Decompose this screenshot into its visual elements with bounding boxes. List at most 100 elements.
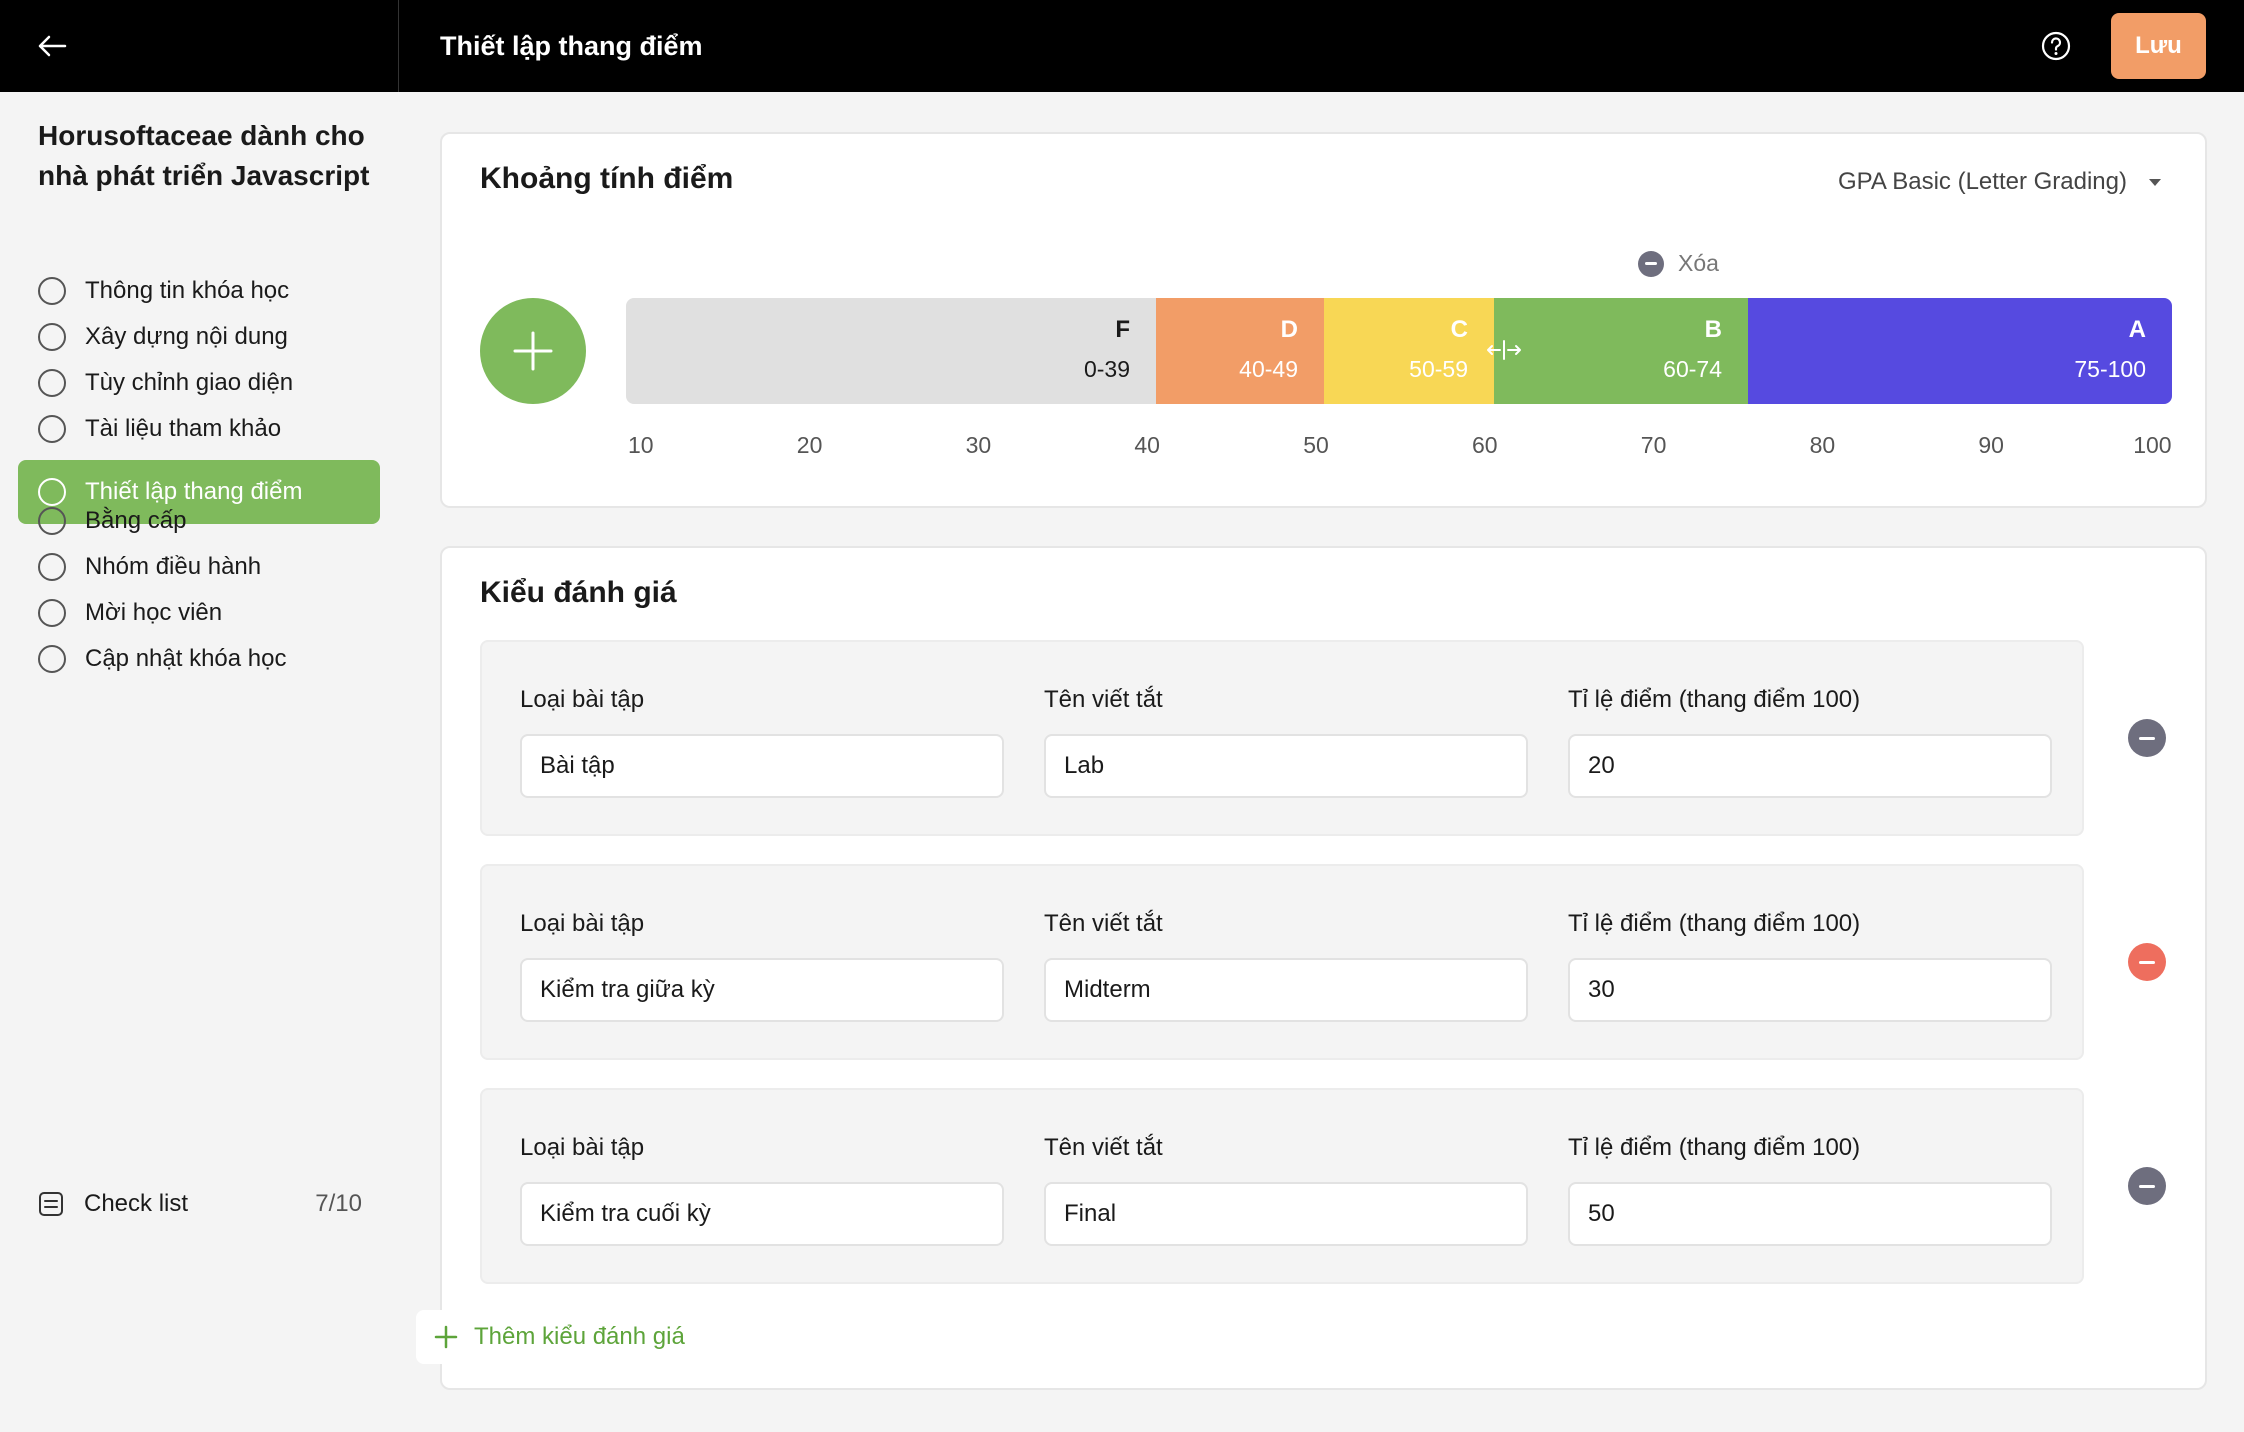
assessment-type-card: Kiểu đánh giá Loại bài tập Tên viết tắt … — [440, 546, 2207, 1390]
sidebar-item-invite-students[interactable]: Mời học viên — [18, 590, 380, 636]
scale-tick-label: 100 — [2133, 432, 2172, 458]
sidebar-item-label: Tùy chỉnh giao diện — [85, 369, 294, 396]
grading-preset-select[interactable]: GPA Basic (Letter Grading) — [1838, 168, 2161, 196]
type-input[interactable] — [520, 1182, 1004, 1246]
assessment-type-title: Kiểu đánh giá — [480, 576, 677, 609]
weight-input[interactable] — [1568, 1182, 2052, 1246]
remove-row-button[interactable] — [2128, 943, 2166, 981]
checklist-link[interactable]: Check list 7/10 — [38, 1184, 362, 1224]
sidebar-item-update-course[interactable]: Cập nhật khóa học — [18, 636, 380, 682]
sidebar-item-label: Thông tin khóa học — [85, 277, 290, 304]
add-segment-button[interactable] — [480, 298, 586, 404]
scale-tick-label: 60 — [1472, 432, 1498, 458]
abbr-input[interactable] — [1044, 958, 1528, 1022]
weight-label: Tỉ lệ điểm (thang điểm 100) — [1568, 686, 1861, 713]
sidebar-item-managers[interactable]: Nhóm điều hành — [18, 544, 380, 590]
back-zone — [0, 0, 399, 92]
scale-tick-label: 40 — [1134, 432, 1160, 458]
grading-preset-value: GPA Basic (Letter Grading) — [1837, 168, 2127, 195]
sidebar-item-references[interactable]: Tài liệu tham khảo — [18, 406, 380, 452]
radio-circle-icon — [38, 553, 66, 581]
minus-icon — [2139, 1184, 2155, 1188]
sidebar-item-build-content[interactable]: Xây dựng nội dung — [18, 314, 380, 360]
scale-tick-label: 50 — [1303, 432, 1329, 458]
scale-tick-label: 80 — [1809, 432, 1836, 458]
abbr-label: Tên viết tắt — [1044, 1134, 1163, 1161]
weight-input[interactable] — [1568, 734, 2052, 798]
type-label: Loại bài tập — [520, 910, 645, 937]
grade-segment-d[interactable]: D 40-49 — [1156, 298, 1324, 404]
checklist-icon — [38, 1191, 64, 1217]
grade-letter: F — [1115, 316, 1130, 343]
assessment-row: Loại bài tập Tên viết tắt Tỉ lệ điểm (th… — [480, 1088, 2084, 1284]
minus-circle-icon — [1638, 250, 1664, 277]
delete-label: Xóa — [1678, 250, 1719, 276]
weight-input[interactable] — [1568, 958, 2052, 1022]
remove-row-button[interactable] — [2128, 1167, 2166, 1205]
grading-range-title: Khoảng tính điểm — [480, 162, 734, 195]
radio-circle-icon — [38, 369, 66, 397]
course-title: Horusoftaceae dành cho nhà phát triển Ja… — [38, 120, 370, 191]
grade-letter: C — [1450, 316, 1468, 343]
sidebar-item-label: Mời học viên — [85, 599, 223, 626]
grade-letter: B — [1704, 316, 1722, 343]
grading-range-card: Khoảng tính điểm GPA Basic (Letter Gradi… — [440, 132, 2207, 508]
radio-circle-icon — [38, 599, 66, 627]
scale-tick-label: 70 — [1640, 432, 1667, 458]
checklist-count: 7/10 — [315, 1190, 362, 1217]
checklist-label: Check list — [84, 1190, 189, 1217]
remove-row-button[interactable] — [2128, 719, 2166, 757]
help-icon[interactable] — [2040, 30, 2072, 62]
assessment-row: Loại bài tập Tên viết tắt Tỉ lệ điểm (th… — [480, 640, 2084, 836]
scale-tick-label: 20 — [796, 432, 823, 458]
sidebar-item-course-info[interactable]: Thông tin khóa học — [18, 268, 380, 314]
sidebar-item-label: Tài liệu tham khảo — [85, 415, 282, 442]
radio-circle-icon — [38, 323, 66, 351]
add-assessment-label: Thêm kiểu đánh giá — [474, 1323, 685, 1350]
radio-circle-icon — [38, 507, 66, 535]
grade-letter: D — [1280, 316, 1298, 343]
grade-scale-bar: F 0-39 D 40-49 C 50-59 B 60-74 A 75-100 — [626, 298, 2172, 404]
type-input[interactable] — [520, 734, 1004, 798]
grade-range: 60-74 — [1663, 356, 1722, 382]
abbr-input[interactable] — [1044, 734, 1528, 798]
grade-letter: A — [2128, 316, 2146, 343]
grade-segment-b[interactable]: B 60-74 — [1494, 298, 1748, 404]
weight-label: Tỉ lệ điểm (thang điểm 100) — [1568, 1134, 1861, 1161]
abbr-label: Tên viết tắt — [1044, 910, 1163, 937]
minus-icon — [2139, 736, 2155, 740]
scale-tick-label: 90 — [1978, 432, 2004, 458]
sidebar-item-label: Cập nhật khóa học — [85, 645, 287, 672]
assessment-row: Loại bài tập Tên viết tắt Tỉ lệ điểm (th… — [480, 864, 2084, 1060]
type-label: Loại bài tập — [520, 686, 645, 713]
caret-down-icon — [2149, 178, 2161, 186]
sidebar-item-label: Bằng cấp — [85, 507, 187, 534]
resize-arrows-icon[interactable] — [1484, 338, 1524, 362]
sidebar: Horusoftaceae dành cho nhà phát triển Ja… — [0, 92, 399, 1432]
radio-circle-icon — [38, 415, 66, 443]
grade-segment-c[interactable]: C 50-59 — [1324, 298, 1494, 404]
grade-range: 40-49 — [1239, 356, 1298, 382]
back-arrow-icon[interactable] — [36, 30, 68, 62]
grade-segment-f[interactable]: F 0-39 — [626, 298, 1156, 404]
plus-icon — [434, 1325, 458, 1349]
type-input[interactable] — [520, 958, 1004, 1022]
radio-circle-icon — [38, 277, 66, 305]
plus-icon — [513, 331, 553, 371]
type-label: Loại bài tập — [520, 1134, 645, 1161]
sidebar-item-certificates[interactable]: Bằng cấp — [18, 498, 380, 544]
abbr-input[interactable] — [1044, 1182, 1528, 1246]
sidebar-item-label: Xây dựng nội dung — [85, 323, 288, 350]
scale-tick-label: 30 — [965, 432, 992, 458]
sidebar-item-customize-ui[interactable]: Tùy chỉnh giao diện — [18, 360, 380, 406]
sidebar-item-label: Nhóm điều hành — [85, 553, 262, 580]
save-button[interactable]: Lưu — [2111, 13, 2206, 79]
grade-range: 75-100 — [2074, 356, 2146, 382]
grade-segment-a[interactable]: A 75-100 — [1748, 298, 2172, 404]
minus-icon — [2139, 960, 2155, 964]
top-bar: Thiết lập thang điểm Lưu — [0, 0, 2244, 92]
abbr-label: Tên viết tắt — [1044, 686, 1163, 713]
scale-tick-label: 10 — [628, 432, 654, 458]
add-assessment-button[interactable]: Thêm kiểu đánh giá — [416, 1310, 707, 1364]
delete-segment-button[interactable]: Xóa — [1638, 250, 1719, 277]
